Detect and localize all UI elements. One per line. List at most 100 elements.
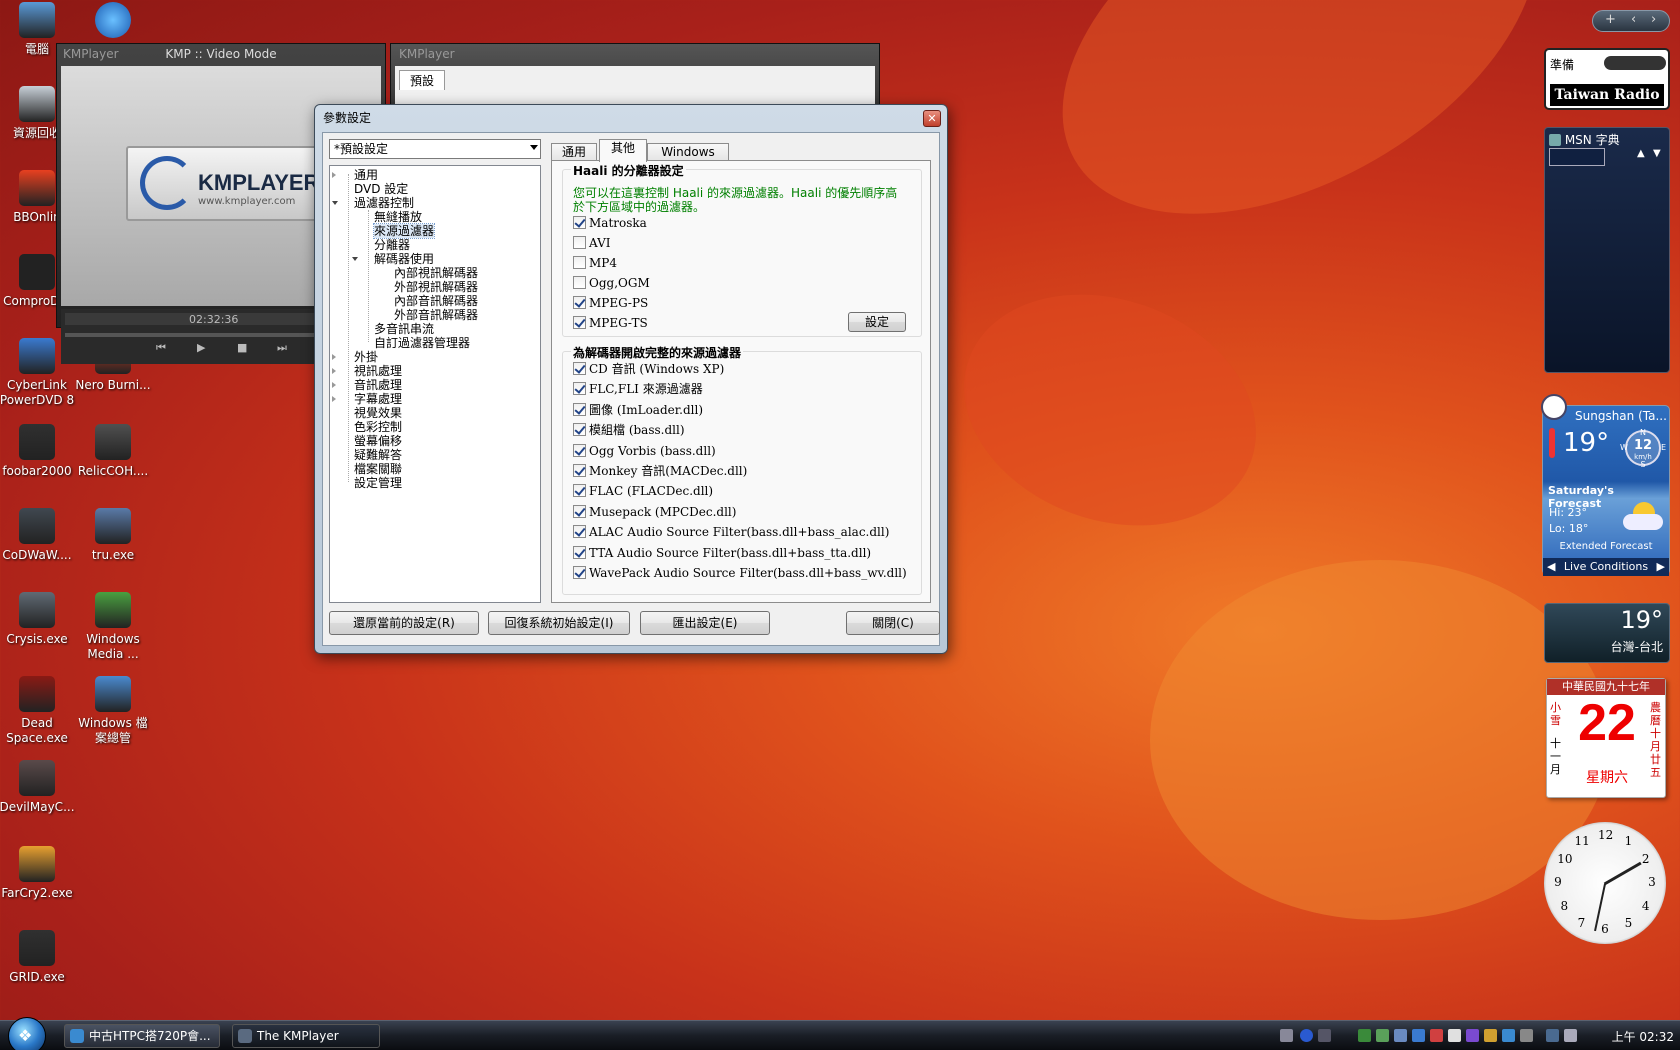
desktop-icon[interactable]: Windows 檔案總管 [75, 676, 151, 746]
checkbox-box[interactable] [573, 545, 586, 559]
haali-settings-button[interactable]: 設定 [848, 312, 906, 332]
taskbar-button[interactable]: 中古HTPC搭720P會... [64, 1024, 220, 1048]
checkbox-box[interactable] [573, 382, 586, 396]
msn-search-input[interactable] [1549, 148, 1605, 166]
checkbox-box[interactable] [573, 276, 586, 289]
desktop-icon[interactable]: Windows Media ... [75, 592, 151, 662]
taiwan-radio-gadget[interactable]: 準備 Taiwan Radio [1544, 48, 1670, 110]
keyboard-icon[interactable] [1280, 1029, 1293, 1042]
close-icon[interactable]: ✕ [923, 110, 941, 127]
tray-icon[interactable] [1394, 1029, 1407, 1042]
previous-icon[interactable]: ⏮ [156, 341, 166, 355]
desktop-icon[interactable]: RelicCOH.... [75, 424, 151, 479]
checkbox-box[interactable] [573, 443, 586, 457]
chevron-right-icon[interactable] [332, 396, 336, 402]
tree-item[interactable]: 通用 [354, 168, 378, 182]
kmplayer-playlist-tab[interactable]: 預設 [399, 70, 445, 90]
checkbox[interactable]: Musepack (MPCDec.dll) [573, 504, 736, 520]
tree-item[interactable]: 設定管理 [354, 476, 402, 490]
tray-icon[interactable] [1484, 1029, 1497, 1042]
checkbox-box[interactable] [573, 216, 586, 229]
tree-item[interactable]: DVD 設定 [354, 182, 408, 196]
tree-item[interactable]: 解碼器使用 [374, 252, 434, 266]
checkbox-box[interactable] [573, 504, 586, 518]
tray-icon[interactable] [1412, 1029, 1425, 1042]
tree-item[interactable]: 外部視訊解碼器 [394, 280, 478, 294]
desktop-icon[interactable]: Dead Space.exe [0, 676, 75, 746]
tray-icon[interactable] [1448, 1029, 1461, 1042]
network-status-icon[interactable] [1546, 1029, 1559, 1042]
chevron-right-icon[interactable] [332, 368, 336, 374]
add-gadget-icon[interactable]: + [1605, 12, 1616, 27]
taskbar-button[interactable]: The KMPlayer [232, 1024, 380, 1048]
tray-icon[interactable] [1430, 1029, 1443, 1042]
tray-icon[interactable] [1376, 1029, 1389, 1042]
taskbar-clock[interactable]: 上午 02:32 [1612, 1028, 1674, 1045]
radio-transport-icon[interactable] [1604, 56, 1666, 70]
tree-item[interactable]: 螢幕偏移 [354, 434, 402, 448]
desktop-icon[interactable] [75, 2, 151, 42]
volume-icon[interactable] [1564, 1029, 1577, 1042]
checkbox-box[interactable] [573, 236, 586, 249]
tree-item[interactable]: 內部視訊解碼器 [394, 266, 478, 280]
tab[interactable]: Windows Media [647, 143, 729, 176]
desktop-icon[interactable]: FarCry2.exe [0, 846, 75, 901]
tree-item[interactable]: 來源過濾器 [372, 223, 436, 239]
checkbox[interactable]: Ogg,OGM [573, 275, 650, 291]
desktop-icon[interactable]: tru.exe [75, 508, 151, 563]
tree-item[interactable]: 音訊處理 [354, 378, 402, 392]
tree-item[interactable]: 字幕處理 [354, 392, 402, 406]
checkbox-box[interactable] [573, 484, 586, 498]
desktop-icon[interactable]: GRID.exe [0, 930, 75, 985]
close-button[interactable]: 關閉(C) [846, 611, 940, 635]
checkbox[interactable]: FLAC (FLACDec.dll) [573, 483, 713, 499]
checkbox[interactable]: Matroska [573, 215, 647, 231]
start-button[interactable]: ❖ [8, 1017, 46, 1050]
checkbox[interactable]: 模組檔 (bass.dll) [573, 422, 685, 438]
tray-icon[interactable] [1502, 1029, 1515, 1042]
stop-icon[interactable]: ■ [237, 341, 247, 354]
checkbox[interactable]: WavePack Audio Source Filter(bass.dll+ba… [573, 565, 907, 581]
kmplayer-playlist-window[interactable]: KMPlayer 預設 [390, 43, 880, 113]
chevron-down-icon[interactable] [332, 201, 338, 205]
checkbox[interactable]: MPEG-TS [573, 315, 648, 331]
help-icon[interactable] [1300, 1029, 1313, 1042]
tree-item[interactable]: 自訂過濾器管理器 [374, 336, 470, 350]
restore-current-button[interactable]: 還原當前的設定(R) [329, 611, 479, 635]
checkbox-box[interactable] [573, 464, 586, 477]
checkbox[interactable]: ALAC Audio Source Filter(bass.dll+bass_a… [573, 524, 889, 540]
chevron-left-icon[interactable]: ‹ [1631, 12, 1636, 27]
tree-item[interactable]: 視訊處理 [354, 364, 402, 378]
checkbox-box[interactable] [573, 316, 586, 329]
checkbox[interactable]: TTA Audio Source Filter(bass.dll+bass_tt… [573, 545, 871, 561]
checkbox-box[interactable] [573, 423, 586, 437]
checkbox[interactable]: CD 音訊 (Windows XP) [573, 361, 724, 377]
tab[interactable]: 其他 [599, 139, 647, 162]
preset-combo[interactable]: *預設設定 [329, 139, 541, 159]
checkbox[interactable]: MP4 [573, 255, 617, 271]
desktop-icon[interactable]: Crysis.exe [0, 592, 75, 647]
tree-item[interactable]: 檔案關聯 [354, 462, 402, 476]
play-icon[interactable]: ▶ [197, 341, 205, 354]
chevron-right-icon[interactable]: › [1651, 12, 1656, 27]
checkbox[interactable]: FLC,FLI 來源過濾器 [573, 381, 703, 397]
extended-forecast-link[interactable]: Extended Forecast [1543, 541, 1669, 552]
tree-item[interactable]: 無縫播放 [374, 210, 422, 224]
tree-item[interactable]: 過濾器控制 [354, 196, 414, 210]
next-icon[interactable]: ⏭ [277, 341, 287, 355]
export-settings-button[interactable]: 匯出設定(E) [640, 611, 770, 635]
checkbox-box[interactable] [573, 525, 586, 539]
checkbox-box[interactable] [573, 296, 586, 309]
tree-item[interactable]: 多音訊串流 [374, 322, 434, 336]
tray-icon[interactable] [1318, 1029, 1331, 1042]
chevron-right-icon[interactable] [332, 172, 336, 178]
tree-item[interactable]: 分離器 [374, 238, 410, 252]
tree-item[interactable]: 外部音訊解碼器 [394, 308, 478, 322]
checkbox[interactable]: AVI [573, 235, 610, 251]
tree-item[interactable]: 內部音訊解碼器 [394, 294, 478, 308]
checkbox-box[interactable] [573, 402, 586, 416]
tray-icon[interactable] [1466, 1029, 1479, 1042]
checkbox-box[interactable] [573, 566, 586, 579]
desktop-icon[interactable]: DevilMayC... [0, 760, 75, 815]
desktop-icon[interactable]: CoDWaW.... [0, 508, 75, 563]
